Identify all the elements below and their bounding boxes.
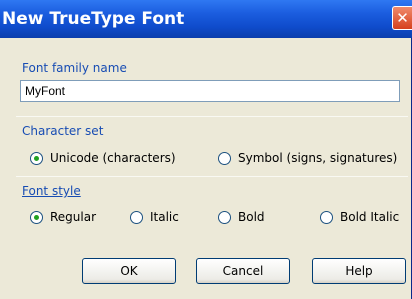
cancel-button[interactable]: Cancel — [196, 258, 290, 284]
close-icon[interactable]: ✕ — [392, 6, 412, 30]
radio-regular[interactable]: Regular — [30, 210, 96, 224]
radio-selected-icon — [30, 151, 43, 165]
radio-italic[interactable]: Italic — [130, 210, 179, 224]
radio-bold-italic-label: Bold Italic — [340, 210, 400, 224]
font-family-input[interactable] — [20, 80, 400, 102]
radio-bold-label: Bold — [238, 210, 265, 224]
divider — [16, 116, 408, 117]
title-bar[interactable]: New TrueType Font ✕ — [0, 0, 412, 38]
radio-bold[interactable]: Bold — [218, 210, 265, 224]
help-button[interactable]: Help — [312, 258, 406, 284]
radio-unicode-label: Unicode (characters) — [50, 151, 176, 165]
font-style-label: Font style — [22, 184, 81, 198]
radio-italic-label: Italic — [150, 210, 179, 224]
radio-selected-icon — [30, 210, 43, 224]
radio-regular-label: Regular — [50, 210, 97, 224]
radio-unselected-icon — [218, 210, 231, 224]
radio-bold-italic[interactable]: Bold Italic — [320, 210, 399, 224]
ok-button[interactable]: OK — [82, 258, 176, 284]
radio-unselected-icon — [218, 151, 231, 165]
new-truetype-font-dialog: New TrueType Font ✕ Font family name Cha… — [0, 0, 412, 299]
radio-symbol[interactable]: Symbol (signs, signatures) — [218, 151, 397, 165]
radio-unselected-icon — [320, 210, 333, 224]
character-set-label: Character set — [22, 124, 104, 138]
dialog-title: New TrueType Font — [2, 9, 185, 29]
radio-unicode[interactable]: Unicode (characters) — [30, 151, 176, 165]
radio-unselected-icon — [130, 210, 143, 224]
radio-symbol-label: Symbol (signs, signatures) — [238, 151, 398, 165]
divider — [16, 176, 408, 177]
font-family-label: Font family name — [22, 61, 127, 75]
